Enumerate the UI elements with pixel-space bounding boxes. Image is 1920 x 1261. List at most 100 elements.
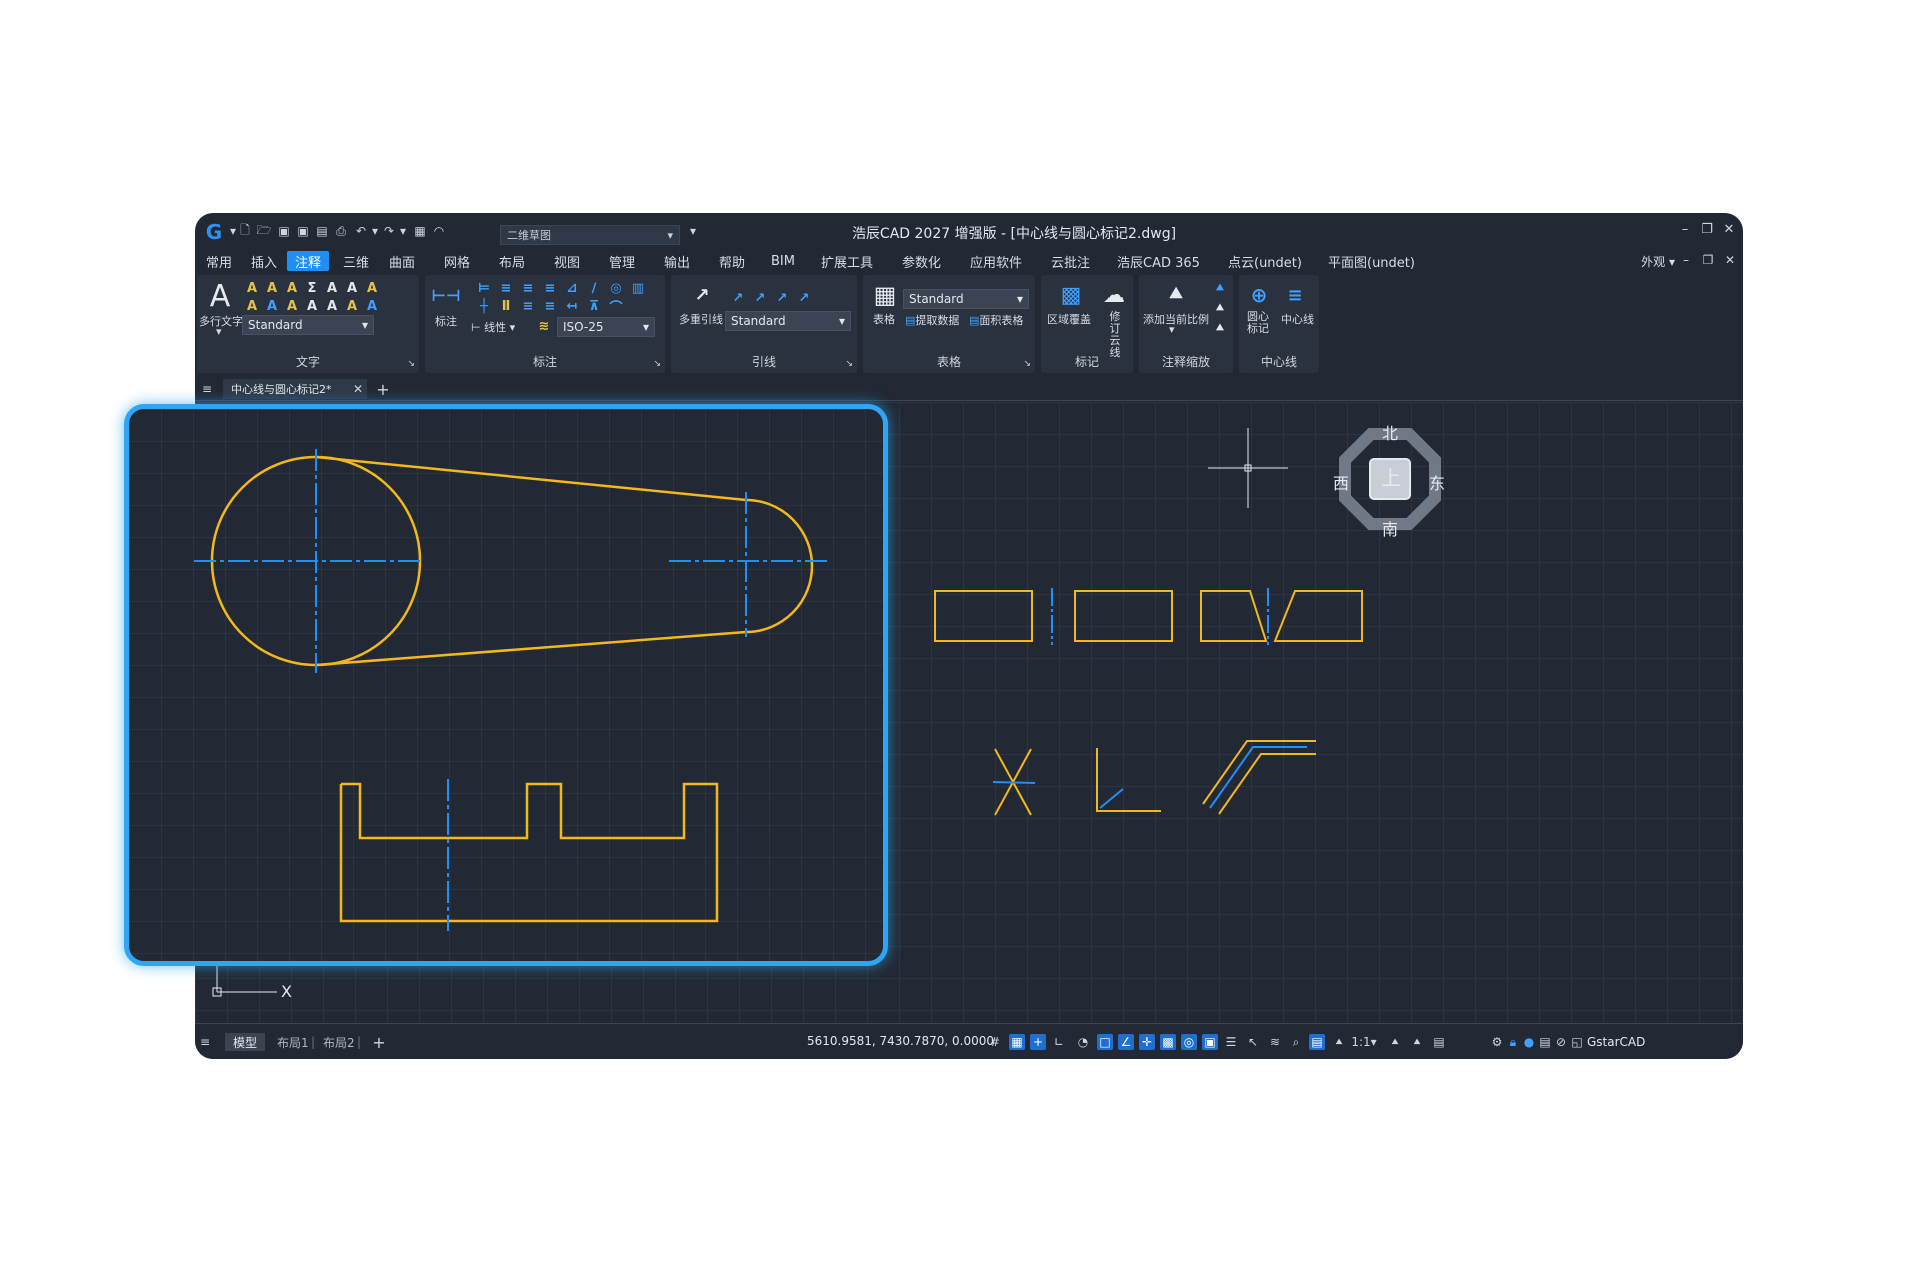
scale-remove-object-icon[interactable]: ⯅ <box>1211 299 1229 317</box>
infer-constraints-icon[interactable]: + <box>1030 1034 1046 1050</box>
multileader-label[interactable]: 多重引线 <box>679 311 723 327</box>
text-case-icon[interactable]: A <box>363 279 381 297</box>
tab-gstarcad-365[interactable]: 浩辰CAD 365 <box>1109 251 1208 271</box>
auto-scale-icon[interactable]: ⯅ <box>1387 1034 1403 1050</box>
dim-arc-icon[interactable]: ⌒ <box>607 297 625 316</box>
tab-insert[interactable]: 插入 <box>243 251 285 271</box>
centerline-label[interactable]: 中心线 <box>1281 311 1314 327</box>
tab-annotate[interactable]: 注释 <box>287 251 330 271</box>
table-label[interactable]: 表格 <box>873 311 895 327</box>
minimize-icon[interactable]: – <box>1675 219 1695 239</box>
revision-cloud-icon[interactable]: ☁ <box>1101 283 1127 308</box>
tab-bim[interactable]: BIM <box>763 251 803 271</box>
panel-launcher-icon[interactable]: ↘ <box>1023 359 1031 369</box>
dim-continue-icon[interactable]: ⊨ <box>475 279 493 297</box>
dim-inspect-icon[interactable]: ◎ <box>607 279 625 297</box>
add-layout-icon[interactable]: + <box>371 1033 387 1052</box>
isodraft-icon[interactable]: □ <box>1097 1034 1113 1050</box>
tab-floor-plan[interactable]: 平面图(undet) <box>1320 251 1423 271</box>
leader-style-select[interactable]: Standard ▾ <box>725 311 851 331</box>
menu-icon[interactable]: ≡ <box>199 381 215 397</box>
tab-layout[interactable]: 布局 <box>491 251 533 271</box>
dim-table-icon[interactable]: ▥ <box>629 279 647 297</box>
doc-close-icon[interactable]: ✕ <box>1721 251 1739 269</box>
transparency-icon[interactable]: ▣ <box>1202 1034 1218 1050</box>
dim-jog-icon[interactable]: ∕ <box>585 279 603 297</box>
collect-leader-icon[interactable]: ↗ <box>795 289 813 307</box>
text-arc-icon[interactable]: A <box>343 297 361 315</box>
tab-apps[interactable]: 应用软件 <box>962 251 1030 271</box>
appearance-menu[interactable]: 外观 ▾ <box>1641 253 1675 270</box>
scale-add-object-icon[interactable]: ⯅ <box>1211 279 1229 297</box>
coordinates-readout[interactable]: 5610.9581, 7430.7870, 0.0000 <box>807 1034 994 1048</box>
tab-layout1[interactable]: 布局1 <box>277 1033 309 1051</box>
doc-minimize-icon[interactable]: – <box>1677 251 1695 269</box>
tab-help[interactable]: 帮助 <box>711 251 753 271</box>
wipeout-label[interactable]: 区域覆盖 <box>1047 311 1091 327</box>
mtext-dropdown-icon[interactable]: ▾ <box>216 325 222 338</box>
object-snap-icon[interactable]: ✛ <box>1139 1034 1155 1050</box>
add-scale-icon[interactable]: ⯅ <box>1163 281 1189 307</box>
text-scale-icon[interactable]: A <box>343 279 361 297</box>
tab-point-cloud[interactable]: 点云(undet) <box>1220 251 1310 271</box>
tab-extensions[interactable]: 扩展工具 <box>813 251 881 271</box>
workspace-switch-icon[interactable]: ⯅ <box>1409 1034 1425 1050</box>
gear-icon[interactable]: ⚙ <box>1489 1034 1505 1050</box>
center-mark-label[interactable]: 圆心标记 <box>1247 311 1269 335</box>
tab-model[interactable]: 模型 <box>225 1033 266 1051</box>
customize-icon[interactable]: ▤ <box>1431 1034 1447 1050</box>
table-style-select[interactable]: Standard ▾ <box>903 289 1029 309</box>
text-find-icon[interactable]: A <box>243 297 261 315</box>
multileader-icon[interactable]: ↗ <box>689 283 715 307</box>
clean-screen-icon[interactable]: ◱ <box>1569 1034 1585 1050</box>
text-edit-icon[interactable]: A <box>283 279 301 297</box>
revision-cloud-label[interactable]: 修订云线 <box>1105 311 1125 359</box>
wipeout-icon[interactable]: ▩ <box>1059 283 1083 308</box>
text-style-select[interactable]: Standard ▾ <box>242 315 374 335</box>
mtext-icon[interactable]: A <box>205 279 235 314</box>
snap-grid-icon[interactable]: ▦ <box>1009 1034 1025 1050</box>
text-mask-icon[interactable]: A <box>283 297 301 315</box>
tab-layout2[interactable]: 布局2 <box>323 1033 355 1051</box>
add-scale-dropdown-icon[interactable]: ▾ <box>1169 323 1175 336</box>
add-leader-icon[interactable]: ↗ <box>729 289 747 307</box>
lock-icon[interactable]: 🔒︎ <box>1505 1034 1521 1050</box>
dim-oblique-icon[interactable]: ⊿ <box>563 279 581 297</box>
text-spell-icon[interactable]: A <box>323 297 341 315</box>
dim-tolerance-icon[interactable]: Ⅱ <box>497 297 515 315</box>
text-frame-icon[interactable]: A <box>263 297 281 315</box>
tab-surface[interactable]: 曲面 <box>381 251 423 271</box>
text-align-icon[interactable]: A <box>263 279 281 297</box>
tab-view[interactable]: 视图 <box>546 251 588 271</box>
text-justify-icon[interactable]: A <box>303 297 321 315</box>
dim-space-icon[interactable]: ≡ <box>519 279 537 297</box>
grid-icon[interactable]: # <box>987 1034 1003 1050</box>
linear-dim-button[interactable]: ⊢ 线性 ▾ <box>471 319 515 335</box>
tab-parametric[interactable]: 参数化 <box>894 251 949 271</box>
tab-3d[interactable]: 三维 <box>335 251 377 271</box>
text-height-icon[interactable]: A <box>323 279 341 297</box>
tab-output[interactable]: 输出 <box>656 251 698 271</box>
text-fit-icon[interactable]: A <box>363 297 381 315</box>
performance-icon[interactable]: ▤ <box>1537 1034 1553 1050</box>
table-icon[interactable]: ▦ <box>871 281 899 309</box>
panel-launcher-icon[interactable]: ↘ <box>845 359 853 369</box>
add-tab-icon[interactable]: + <box>375 380 391 399</box>
selection-cycling-icon[interactable]: ↖ <box>1245 1034 1261 1050</box>
isolate-objects-icon[interactable]: ⊘ <box>1553 1034 1569 1050</box>
center-mark-icon[interactable]: ⊕ <box>1247 283 1271 307</box>
restore-icon[interactable]: ❐ <box>1697 219 1717 239</box>
object-snap-tracking-icon[interactable]: ∠ <box>1118 1034 1134 1050</box>
document-tab[interactable]: 中心线与圆心标记2* ✕ <box>223 379 367 399</box>
panel-launcher-icon[interactable]: ↘ <box>407 359 415 369</box>
extract-data-button[interactable]: ▤提取数据 <box>905 312 959 328</box>
lineweight-icon[interactable]: ◎ <box>1181 1034 1197 1050</box>
dim-update-icon[interactable]: ≡ <box>519 297 537 315</box>
text-style-icon[interactable]: A <box>243 279 261 297</box>
sum-icon[interactable]: Σ <box>303 279 321 297</box>
dim-baseline-icon[interactable]: ≡ <box>497 279 515 297</box>
annotation-visibility-icon[interactable]: ⯅ <box>1331 1034 1347 1050</box>
polar-icon[interactable]: ◔ <box>1075 1034 1091 1050</box>
dimension-label[interactable]: 标注 <box>435 313 457 329</box>
tab-mesh[interactable]: 网格 <box>436 251 478 271</box>
